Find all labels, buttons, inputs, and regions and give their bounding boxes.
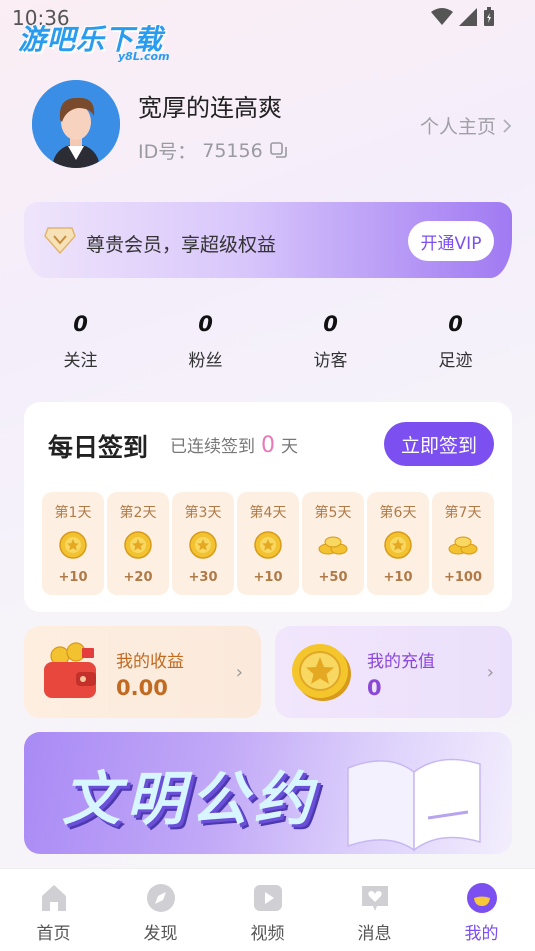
stat-label: 关注 (63, 351, 98, 371)
tab-home[interactable]: 首页 (0, 869, 107, 951)
civility-convention-banner[interactable]: 文明公约 (24, 732, 512, 854)
day-label: 第3天 (184, 505, 222, 521)
signin-day-3[interactable]: 第3天 +30 (172, 492, 234, 595)
signin-title: 每日签到 (48, 433, 149, 462)
profile-icon (466, 883, 497, 913)
signin-day-5[interactable]: 第5天 +50 (302, 492, 364, 595)
signin-day-2[interactable]: 第2天 +20 (107, 492, 169, 595)
coin-icon (384, 531, 412, 559)
wifi-icon (431, 8, 453, 25)
status-icons (431, 7, 495, 27)
signin-day-4[interactable]: 第4天 +10 (237, 492, 299, 595)
banner-title: 文明公约 (62, 765, 319, 833)
coin-icon (254, 531, 282, 559)
copy-icon[interactable] (269, 141, 289, 161)
stat-following[interactable]: 0 关注 (18, 312, 143, 371)
day-reward: +10 (253, 570, 283, 585)
day-label: 第6天 (379, 505, 417, 521)
user-id: ID号： 75156 (138, 137, 289, 164)
day-label: 第4天 (249, 505, 287, 521)
video-icon (253, 885, 282, 911)
tab-discover[interactable]: 发现 (107, 869, 214, 951)
day-label: 第2天 (119, 505, 157, 521)
daily-signin-card: 每日签到 已连续签到 0 天 立即签到 第1天 +10 第2天 +20 第3天 … (24, 402, 512, 612)
streak-prefix: 已连续签到 (170, 437, 255, 457)
tab-label: 我的 (464, 924, 499, 944)
stat-value: 0 (448, 312, 463, 336)
streak-suffix: 天 (281, 437, 298, 457)
home-icon (41, 885, 66, 911)
open-book-icon (347, 758, 481, 852)
signin-days: 第1天 +10 第2天 +20 第3天 +30 第4天 +10 第5天 +50 … (42, 492, 494, 595)
vip-banner[interactable]: 尊贵会员，享超级权益 开通VIP (24, 202, 512, 278)
wallet-icon (44, 642, 96, 698)
profile-header: 宽厚的连高爽 ID号： 75156 个人主页 (32, 80, 512, 170)
tab-label: 首页 (36, 924, 71, 944)
avatar-image (32, 80, 120, 168)
day-reward: +50 (318, 570, 348, 585)
battery-icon (484, 7, 494, 26)
coin-icon (59, 531, 87, 559)
recharge-value: 0 (367, 676, 382, 700)
gold-ingot-icon (318, 536, 348, 555)
signin-day-1[interactable]: 第1天 +10 (42, 492, 104, 595)
income-label: 我的收益 (116, 652, 184, 672)
stat-value: 0 (198, 312, 213, 336)
tab-label: 发现 (143, 924, 178, 944)
day-reward: +30 (188, 570, 218, 585)
vip-diamond-icon (44, 227, 76, 254)
personal-homepage-label: 个人主页 (419, 116, 496, 138)
stat-label: 足迹 (438, 351, 473, 371)
watermark-logo: 游吧乐下载 y8L.com (18, 18, 170, 63)
stat-fans[interactable]: 0 粉丝 (143, 312, 268, 371)
recharge-label: 我的充值 (367, 652, 435, 672)
tab-messages[interactable]: 消息 (321, 869, 428, 951)
message-icon (361, 886, 388, 911)
stat-value: 0 (73, 312, 88, 336)
stat-footprints[interactable]: 0 足迹 (393, 312, 518, 371)
watermark-subtext: y8L.com (118, 50, 170, 63)
vip-promo-text: 尊贵会员，享超级权益 (86, 234, 277, 256)
bottom-tab-bar: 首页 发现 视频 消息 我的 (0, 868, 535, 951)
signin-day-6[interactable]: 第6天 +10 (367, 492, 429, 595)
avatar[interactable] (32, 80, 120, 168)
chevron-right-icon (503, 118, 512, 133)
day-reward: +20 (123, 570, 153, 585)
chevron-right-icon: › (235, 662, 243, 683)
day-label: 第1天 (54, 505, 92, 521)
day-reward: +100 (443, 570, 483, 585)
my-recharge-card[interactable]: 我的充值 0 › (275, 626, 512, 718)
tab-label: 消息 (357, 924, 392, 944)
tab-mine[interactable]: 我的 (428, 869, 535, 951)
tab-label: 视频 (250, 924, 285, 944)
user-id-value: 75156 (202, 139, 263, 162)
day-label: 第5天 (314, 505, 352, 521)
stats-row: 0 关注 0 粉丝 0 访客 0 足迹 (18, 312, 518, 371)
day-label: 第7天 (444, 505, 482, 521)
my-income-card[interactable]: 我的收益 0.00 › (24, 626, 261, 718)
stat-visitors[interactable]: 0 访客 (268, 312, 393, 371)
compass-icon (146, 884, 175, 912)
stat-label: 访客 (313, 351, 348, 371)
streak-count: 0 (261, 433, 275, 458)
stat-label: 粉丝 (188, 351, 223, 371)
signal-icon (459, 8, 477, 26)
user-id-label: ID号： (138, 141, 197, 163)
personal-homepage-link[interactable]: 个人主页 (420, 112, 512, 139)
coin-icon (124, 531, 152, 559)
tab-video[interactable]: 视频 (214, 869, 321, 951)
day-reward: +10 (383, 570, 413, 585)
signin-day-7[interactable]: 第7天 +100 (432, 492, 494, 595)
coin-icon (189, 531, 217, 559)
open-vip-button[interactable]: 开通VIP (408, 221, 494, 261)
gold-ingot-icon (448, 536, 478, 555)
chevron-right-icon: › (486, 662, 494, 683)
username: 宽厚的连高爽 (138, 94, 282, 122)
signin-streak: 已连续签到 0 天 (170, 432, 298, 458)
stat-value: 0 (323, 312, 338, 336)
day-reward: +10 (58, 570, 88, 585)
gold-coin-icon (292, 644, 351, 701)
income-value: 0.00 (116, 676, 168, 700)
signin-now-button[interactable]: 立即签到 (384, 422, 494, 466)
